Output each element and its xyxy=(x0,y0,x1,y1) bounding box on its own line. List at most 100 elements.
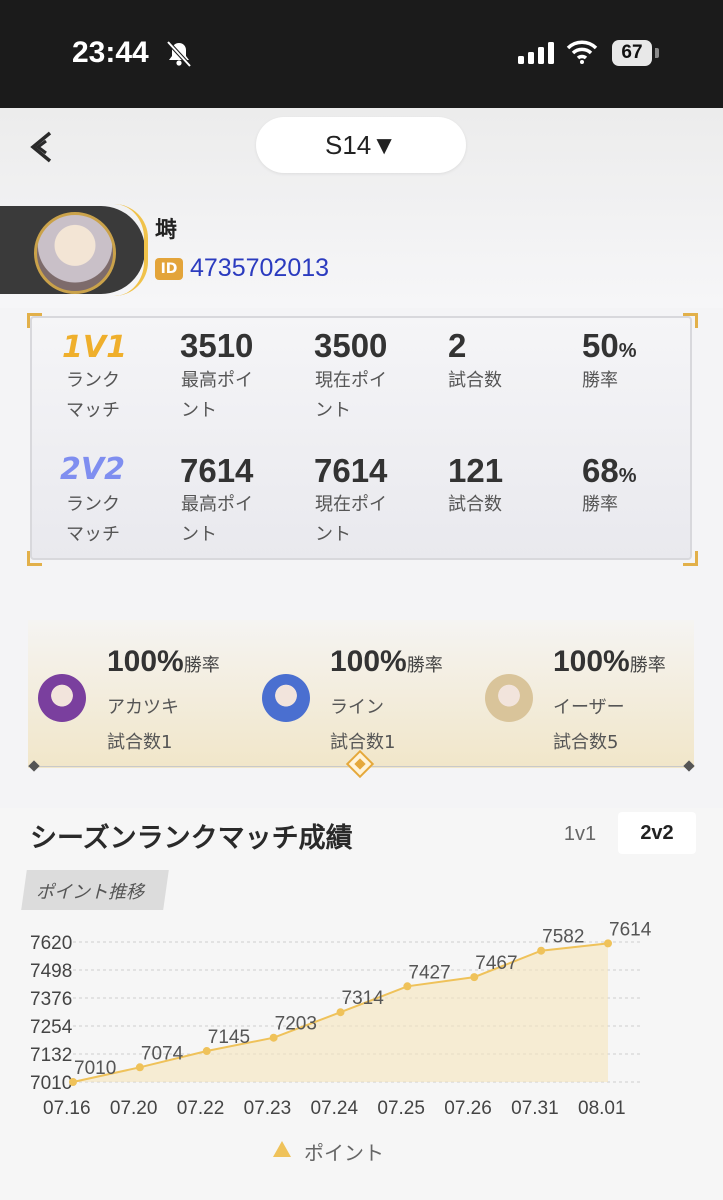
back-arrow-icon[interactable] xyxy=(28,130,54,168)
win-rate-label: 勝率 xyxy=(582,370,618,391)
character-win-rate: 100%勝率 xyxy=(330,645,443,679)
bell-muted-icon xyxy=(166,40,192,72)
percent-sign: % xyxy=(618,465,637,487)
status-bar: 23:44 67 xyxy=(0,0,723,108)
y-tick-label: 7132 xyxy=(30,1045,72,1066)
section-title: シーズンランクマッチ成績 xyxy=(30,823,353,854)
best-points-label: ント xyxy=(181,524,217,545)
data-label: 7614 xyxy=(609,919,652,940)
panel-corner xyxy=(683,551,698,566)
data-point xyxy=(269,1033,278,1042)
character-win-rate: 100%勝率 xyxy=(107,645,220,679)
data-point xyxy=(202,1047,211,1056)
character-name: アカツキ xyxy=(107,697,179,718)
data-point xyxy=(604,939,612,948)
mode-label-line1: ランク xyxy=(66,370,120,391)
data-label: 7427 xyxy=(408,962,450,983)
cell-signal-icon xyxy=(518,42,554,68)
tab-2v2[interactable]: 2v2 xyxy=(618,812,696,854)
mode-1v1: 1V1 xyxy=(62,330,127,365)
chart-tag: ポイント推移 xyxy=(36,882,144,903)
battery-tip xyxy=(655,48,659,58)
data-point xyxy=(403,982,412,991)
data-label: 7010 xyxy=(74,1058,116,1079)
x-tick-label: 07.23 xyxy=(244,1098,292,1119)
character-win-rate-suffix: 勝率 xyxy=(629,655,666,675)
current-points: 3500 xyxy=(314,327,388,364)
y-tick-label: 7376 xyxy=(30,989,72,1010)
data-label: 7314 xyxy=(342,988,385,1009)
panel-corner xyxy=(27,313,42,328)
battery-level: 67 xyxy=(612,40,652,66)
current-points-label: ント xyxy=(315,524,351,545)
match-count: 121 xyxy=(448,452,504,489)
character-avatar-eather[interactable] xyxy=(485,674,533,722)
data-label: 7074 xyxy=(141,1043,184,1064)
best-points-label: 最高ポイ xyxy=(181,370,253,391)
x-tick-label: 07.20 xyxy=(110,1098,158,1119)
x-tick-label: 07.31 xyxy=(511,1098,559,1119)
character-win-rate-suffix: 勝率 xyxy=(183,655,220,675)
character-win-rate-value: 100% xyxy=(330,645,407,678)
character-name: ライン xyxy=(330,697,384,718)
legend-triangle-icon xyxy=(272,1140,292,1162)
username: 塒 xyxy=(155,218,178,243)
current-points-label: ント xyxy=(315,400,351,421)
data-label: 7145 xyxy=(208,1027,250,1048)
character-matches: 試合数1 xyxy=(330,732,396,753)
x-tick-label: 07.25 xyxy=(377,1098,425,1119)
x-tick-label: 07.26 xyxy=(444,1098,492,1119)
match-count: 2 xyxy=(448,327,467,364)
status-time: 23:44 xyxy=(72,36,149,69)
x-tick-label: 07.24 xyxy=(311,1098,359,1119)
current-points-label: 現在ポイ xyxy=(315,370,387,391)
panel-corner xyxy=(27,551,42,566)
best-points: 7614 xyxy=(180,452,254,489)
legend-label: ポイント xyxy=(304,1141,384,1165)
y-tick-label: 7254 xyxy=(30,1017,73,1038)
character-win-rate: 100%勝率 xyxy=(553,645,666,679)
data-point xyxy=(336,1008,345,1017)
best-points: 3510 xyxy=(180,327,254,364)
win-rate: 50% xyxy=(582,327,637,365)
character-win-rate-value: 100% xyxy=(553,645,630,678)
x-tick-label: 07.22 xyxy=(177,1098,225,1119)
mode-label-line2: マッチ xyxy=(66,524,120,545)
player-id[interactable]: 4735702013 xyxy=(190,254,329,283)
data-point xyxy=(470,973,479,982)
id-badge-icon: ID xyxy=(155,258,183,280)
data-point xyxy=(537,946,546,955)
win-rate-value: 50 xyxy=(582,327,619,364)
x-tick-label: 07.16 xyxy=(43,1098,91,1119)
mode-label-line2: マッチ xyxy=(66,400,120,421)
mode-2v2: 2V2 xyxy=(60,452,125,487)
character-win-rate-suffix: 勝率 xyxy=(406,655,443,675)
match-count-label: 試合数 xyxy=(448,370,502,391)
panel-corner xyxy=(683,313,698,328)
best-points-label: ント xyxy=(181,400,217,421)
y-tick-label: 7620 xyxy=(30,933,72,954)
avatar[interactable] xyxy=(34,212,116,294)
current-points: 7614 xyxy=(314,452,388,489)
points-trend-chart: 7620749873767254713270107010707471457203… xyxy=(30,919,652,1119)
data-label: 7582 xyxy=(542,927,584,948)
match-count-label: 試合数 xyxy=(448,494,502,515)
mode-label-line1: ランク xyxy=(66,494,120,515)
current-points-label: 現在ポイ xyxy=(315,494,387,515)
win-rate: 68% xyxy=(582,452,637,490)
character-win-rate-value: 100% xyxy=(107,645,184,678)
percent-sign: % xyxy=(618,340,637,362)
season-selector[interactable]: S14▼ xyxy=(256,117,466,173)
character-matches: 試合数1 xyxy=(107,732,173,753)
win-rate-label: 勝率 xyxy=(582,494,618,515)
best-points-label: 最高ポイ xyxy=(181,494,253,515)
y-tick-label: 7010 xyxy=(30,1073,72,1094)
character-avatar-line[interactable] xyxy=(262,674,310,722)
character-name: イーザー xyxy=(553,697,625,718)
wifi-icon xyxy=(566,40,598,68)
character-avatar-akatsuki[interactable] xyxy=(38,674,86,722)
data-point xyxy=(135,1063,144,1072)
tab-1v1[interactable]: 1v1 xyxy=(548,814,612,854)
x-tick-label: 08.01 xyxy=(578,1098,626,1119)
y-tick-label: 7498 xyxy=(30,961,72,982)
